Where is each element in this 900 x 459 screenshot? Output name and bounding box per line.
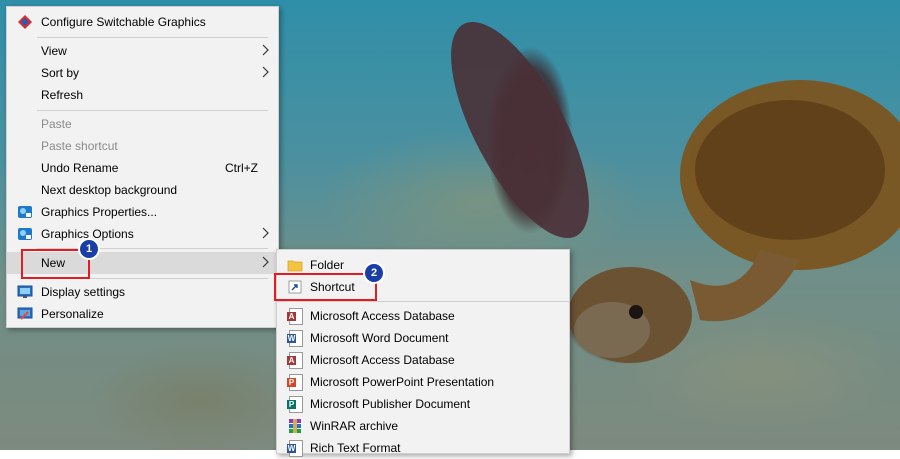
submenu-item-rich-text-format[interactable]: W Rich Text Format — [277, 437, 569, 459]
submenu-item-word-document[interactable]: W Microsoft Word Document — [277, 327, 569, 349]
menu-item-personalize[interactable]: Personalize — [7, 303, 278, 325]
menu-item-undo-rename[interactable]: Undo Rename Ctrl+Z — [7, 157, 278, 179]
desktop-context-menu: Configure Switchable Graphics View Sort … — [6, 6, 279, 328]
menu-item-paste: Paste — [7, 113, 278, 135]
menu-item-display-settings[interactable]: Display settings — [7, 281, 278, 303]
submenu-item-label: Folder — [310, 258, 345, 272]
keyboard-shortcut: Ctrl+Z — [225, 161, 258, 175]
menu-item-graphics-properties[interactable]: Graphics Properties... — [7, 201, 278, 223]
menu-item-label: Configure Switchable Graphics — [41, 15, 206, 29]
submenu-item-publisher[interactable]: P Microsoft Publisher Document — [277, 393, 569, 415]
submenu-item-label: Rich Text Format — [310, 441, 401, 455]
submenu-item-label: Microsoft Access Database — [310, 353, 455, 367]
personalize-icon — [17, 307, 33, 320]
menu-item-sort-by[interactable]: Sort by — [7, 62, 278, 84]
switchable-graphics-icon — [18, 15, 32, 29]
menu-item-label: Paste shortcut — [41, 139, 118, 153]
menu-item-view[interactable]: View — [7, 40, 278, 62]
access-icon: A — [287, 308, 303, 325]
menu-item-label: Graphics Properties... — [41, 205, 158, 219]
chevron-right-icon — [262, 66, 269, 78]
menu-separator — [277, 301, 569, 302]
publisher-icon: P — [287, 396, 303, 413]
menu-item-label: Paste — [41, 117, 72, 131]
folder-icon — [287, 260, 303, 272]
menu-item-configure-switchable-graphics[interactable]: Configure Switchable Graphics — [7, 11, 278, 33]
menu-item-paste-shortcut: Paste shortcut — [7, 135, 278, 157]
powerpoint-icon: P — [287, 374, 303, 391]
submenu-item-label: WinRAR archive — [310, 419, 399, 433]
menu-item-label: Personalize — [41, 307, 104, 321]
submenu-item-label: Microsoft Word Document — [310, 331, 449, 345]
highlight-shortcut-box — [274, 273, 377, 301]
submenu-item-label: Microsoft PowerPoint Presentation — [310, 375, 495, 389]
intel-graphics-icon — [18, 206, 32, 218]
menu-item-graphics-options[interactable]: Graphics Options — [7, 223, 278, 245]
word-icon: W — [287, 330, 303, 347]
step-1-badge: 1 — [78, 238, 100, 260]
winrar-icon — [289, 419, 301, 433]
submenu-item-powerpoint[interactable]: P Microsoft PowerPoint Presentation — [277, 371, 569, 393]
menu-item-label: Undo Rename — [41, 161, 119, 175]
submenu-item-label: Microsoft Access Database — [310, 309, 455, 323]
chevron-right-icon — [262, 227, 269, 239]
menu-item-label: Next desktop background — [41, 183, 178, 197]
intel-graphics-icon — [18, 228, 32, 240]
chevron-right-icon — [262, 44, 269, 56]
step-2-badge: 2 — [363, 262, 385, 284]
menu-separator — [37, 110, 268, 111]
submenu-item-access-database-2[interactable]: A Microsoft Access Database — [277, 349, 569, 371]
chevron-right-icon — [262, 256, 269, 268]
submenu-item-label: Microsoft Publisher Document — [310, 397, 471, 411]
rtf-icon: W — [287, 440, 303, 457]
monitor-icon — [17, 285, 33, 298]
menu-item-next-desktop-background[interactable]: Next desktop background — [7, 179, 278, 201]
menu-item-refresh[interactable]: Refresh — [7, 84, 278, 106]
menu-item-label: Refresh — [41, 88, 84, 102]
menu-item-label: Sort by — [41, 66, 80, 80]
menu-item-label: View — [41, 44, 67, 58]
menu-separator — [37, 37, 268, 38]
menu-item-label: Display settings — [41, 285, 126, 299]
submenu-item-winrar[interactable]: WinRAR archive — [277, 415, 569, 437]
access-icon: A — [287, 352, 303, 369]
submenu-item-access-database[interactable]: A Microsoft Access Database — [277, 305, 569, 327]
